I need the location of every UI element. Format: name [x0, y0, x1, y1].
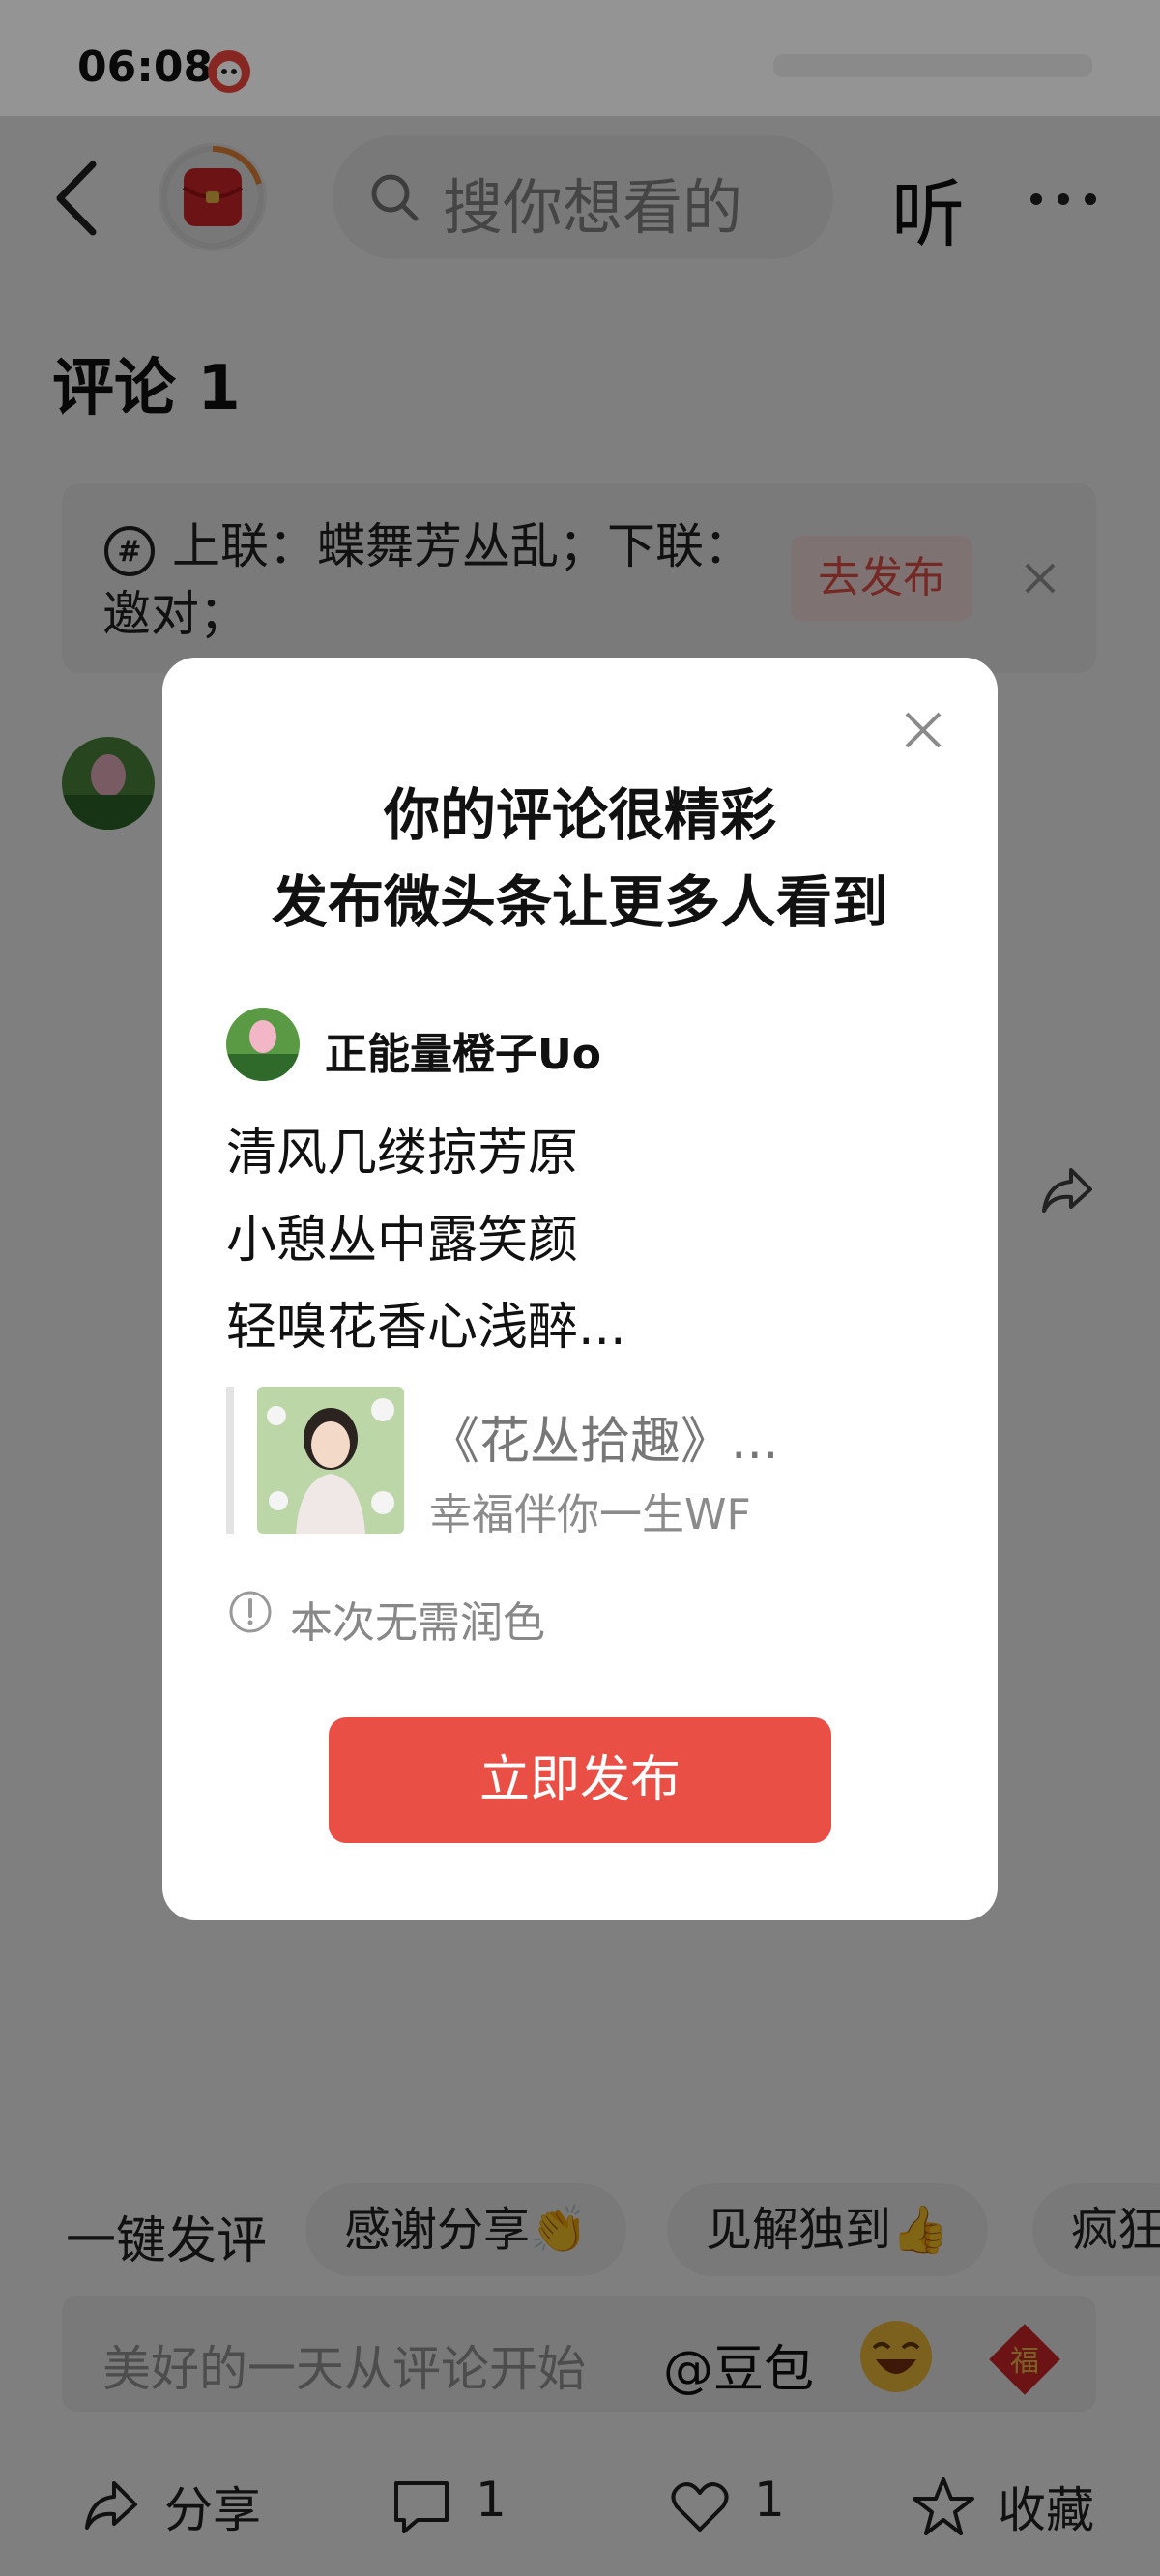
poem-line: 小憩丛中露笑颜 [226, 1212, 579, 1270]
dialog-title-line1: 你的评论很精彩 [383, 782, 776, 848]
info-icon [228, 1590, 273, 1634]
dialog-close-icon[interactable] [899, 706, 947, 754]
author-avatar [226, 1008, 300, 1081]
article-thumbnail [257, 1387, 404, 1534]
poem-line: 轻嗅花香心浅醉... [226, 1299, 626, 1357]
polish-notice: 本次无需润色 [290, 1598, 545, 1648]
poem-line: 清风几缕掠芳原 [226, 1125, 579, 1183]
status-dim-overlay [0, 0, 1160, 116]
quoted-article-title: 《花丛拾趣》... [429, 1413, 779, 1471]
dialog-title-line2: 发布微头条让更多人看到 [271, 869, 888, 935]
publish-now-button[interactable]: 立即发布 [329, 1717, 831, 1843]
author-name: 正能量橙子Uo [325, 1030, 601, 1079]
quoted-article-author: 幸福伴你一生WF [429, 1490, 751, 1539]
quote-divider [226, 1387, 234, 1534]
